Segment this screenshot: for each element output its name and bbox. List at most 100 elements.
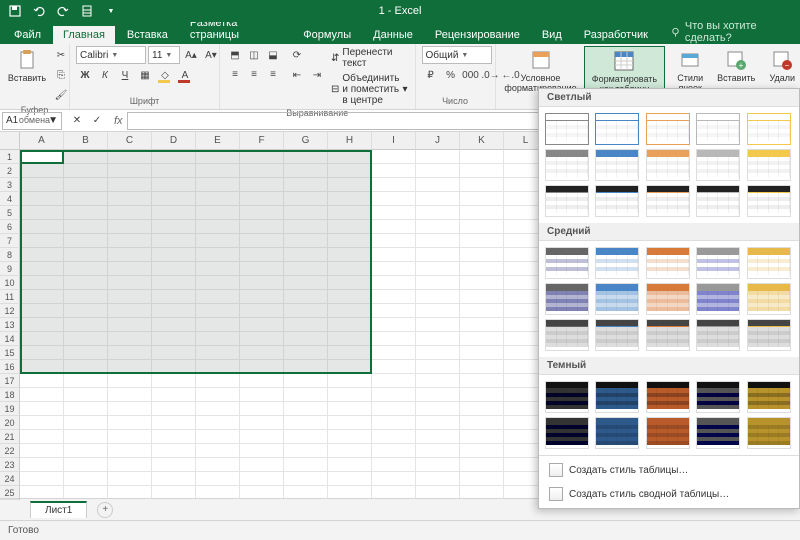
- cell[interactable]: [416, 206, 460, 220]
- cell[interactable]: [152, 276, 196, 290]
- cell[interactable]: [152, 332, 196, 346]
- cell[interactable]: [416, 402, 460, 416]
- cell[interactable]: [152, 430, 196, 444]
- cell[interactable]: [284, 290, 328, 304]
- cell[interactable]: [328, 388, 372, 402]
- cell[interactable]: [416, 416, 460, 430]
- cell[interactable]: [64, 472, 108, 486]
- wrap-text[interactable]: ⇵ Перенести текст: [330, 46, 409, 70]
- cell[interactable]: [416, 164, 460, 178]
- cell[interactable]: [416, 318, 460, 332]
- table-style-thumb[interactable]: [696, 283, 740, 315]
- cell[interactable]: [108, 444, 152, 458]
- cell[interactable]: [20, 318, 64, 332]
- row-header[interactable]: 13: [0, 318, 20, 332]
- cell[interactable]: [196, 486, 240, 498]
- cell[interactable]: [284, 304, 328, 318]
- column-header[interactable]: J: [416, 132, 460, 150]
- column-header[interactable]: G: [284, 132, 328, 150]
- table-style-thumb[interactable]: [646, 319, 690, 351]
- cell[interactable]: [20, 346, 64, 360]
- cell[interactable]: [152, 346, 196, 360]
- indent-inc[interactable]: ⇥: [308, 66, 326, 84]
- cell[interactable]: [416, 388, 460, 402]
- indent-dec[interactable]: ⇤: [288, 66, 306, 84]
- cell[interactable]: [196, 332, 240, 346]
- cell[interactable]: [152, 360, 196, 374]
- cell[interactable]: [328, 458, 372, 472]
- cell[interactable]: [328, 248, 372, 262]
- cell[interactable]: [372, 304, 416, 318]
- cell[interactable]: [20, 178, 64, 192]
- column-header[interactable]: D: [152, 132, 196, 150]
- cell[interactable]: [328, 164, 372, 178]
- cell[interactable]: [416, 248, 460, 262]
- cell[interactable]: [240, 206, 284, 220]
- cell[interactable]: [460, 220, 504, 234]
- cell[interactable]: [108, 150, 152, 164]
- cell[interactable]: [64, 332, 108, 346]
- row-header[interactable]: 11: [0, 290, 20, 304]
- cell[interactable]: [20, 192, 64, 206]
- cell[interactable]: [152, 472, 196, 486]
- cell[interactable]: [152, 248, 196, 262]
- cell[interactable]: [328, 290, 372, 304]
- cell[interactable]: [284, 388, 328, 402]
- cell[interactable]: [64, 430, 108, 444]
- cell[interactable]: [328, 150, 372, 164]
- table-style-thumb[interactable]: [696, 381, 740, 413]
- cell[interactable]: [372, 430, 416, 444]
- table-style-thumb[interactable]: [595, 319, 639, 351]
- table-style-thumb[interactable]: [747, 185, 791, 217]
- cell[interactable]: [372, 276, 416, 290]
- cell[interactable]: [372, 192, 416, 206]
- cell[interactable]: [196, 374, 240, 388]
- cell[interactable]: [328, 206, 372, 220]
- grow-font[interactable]: A▴: [182, 46, 200, 64]
- font-color[interactable]: A: [176, 66, 194, 84]
- cell[interactable]: [108, 346, 152, 360]
- cell[interactable]: [20, 332, 64, 346]
- table-style-thumb[interactable]: [747, 113, 791, 145]
- select-all-corner[interactable]: [0, 132, 20, 150]
- cell[interactable]: [196, 234, 240, 248]
- cell[interactable]: [372, 416, 416, 430]
- cell[interactable]: [240, 444, 284, 458]
- cell[interactable]: [240, 262, 284, 276]
- cell[interactable]: [64, 192, 108, 206]
- table-style-thumb[interactable]: [595, 283, 639, 315]
- table-style-thumb[interactable]: [595, 113, 639, 145]
- cell[interactable]: [108, 458, 152, 472]
- table-style-thumb[interactable]: [545, 319, 589, 351]
- cell[interactable]: [64, 164, 108, 178]
- cell[interactable]: [372, 262, 416, 276]
- cell[interactable]: [108, 248, 152, 262]
- fill-color[interactable]: ◇: [156, 66, 174, 84]
- table-style-thumb[interactable]: [545, 113, 589, 145]
- cell[interactable]: [328, 304, 372, 318]
- name-box[interactable]: A1▼: [2, 112, 62, 130]
- cell[interactable]: [416, 360, 460, 374]
- cell[interactable]: [460, 206, 504, 220]
- qat-save[interactable]: [6, 2, 24, 20]
- cell[interactable]: [284, 416, 328, 430]
- table-style-thumb[interactable]: [696, 113, 740, 145]
- row-header[interactable]: 21: [0, 430, 20, 444]
- cell[interactable]: [64, 234, 108, 248]
- cell[interactable]: [64, 444, 108, 458]
- cell[interactable]: [372, 178, 416, 192]
- cell[interactable]: [108, 388, 152, 402]
- cell[interactable]: [152, 262, 196, 276]
- row-header[interactable]: 1: [0, 150, 20, 164]
- cell[interactable]: [196, 430, 240, 444]
- cell[interactable]: [196, 304, 240, 318]
- table-style-thumb[interactable]: [747, 283, 791, 315]
- cell[interactable]: [460, 416, 504, 430]
- table-style-thumb[interactable]: [747, 247, 791, 279]
- cell[interactable]: [152, 178, 196, 192]
- column-header[interactable]: I: [372, 132, 416, 150]
- cell[interactable]: [64, 402, 108, 416]
- table-style-thumb[interactable]: [747, 381, 791, 413]
- cell[interactable]: [460, 388, 504, 402]
- cell[interactable]: [372, 402, 416, 416]
